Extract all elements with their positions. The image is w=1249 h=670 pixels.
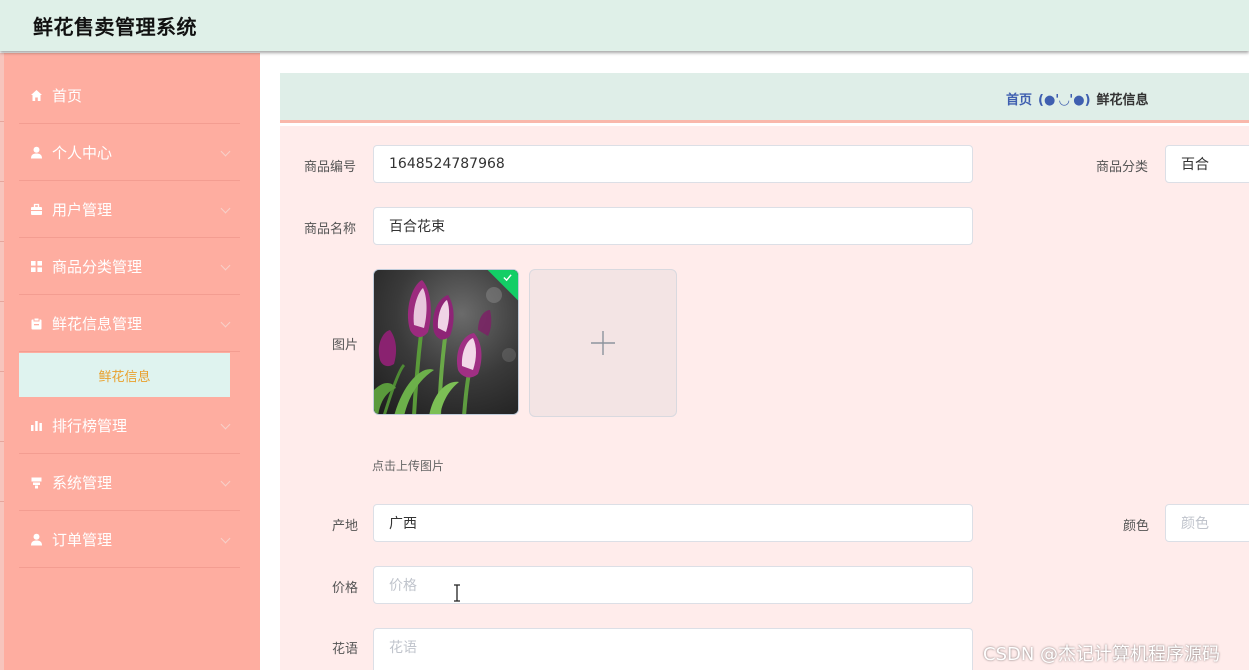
sidebar-item-label: 系统管理 bbox=[52, 473, 113, 492]
chevron-down-icon bbox=[220, 419, 231, 430]
sidebar-item-label: 用户管理 bbox=[52, 200, 113, 219]
sidebar-item-ranking-management[interactable]: 排行榜管理 bbox=[19, 397, 240, 454]
watermark: CSDN @杰记计算机程序源码 bbox=[983, 644, 1221, 665]
upload-hint: 点击上传图片 bbox=[372, 459, 445, 473]
sidebar-item-label: 个人中心 bbox=[52, 143, 113, 162]
chevron-down-icon bbox=[220, 146, 231, 157]
breadcrumb-current: 鲜花信息 bbox=[1096, 93, 1149, 108]
bar-chart-icon bbox=[29, 418, 43, 432]
sidebar-subitem-label: 鲜花信息 bbox=[98, 369, 151, 385]
uploaded-flower-image[interactable] bbox=[373, 269, 519, 415]
sidebar-item-label: 排行榜管理 bbox=[52, 416, 128, 435]
flower-language-label: 花语 bbox=[332, 642, 359, 657]
breadcrumb-bar: 首页 (●'◡'●) 鲜花信息 bbox=[280, 73, 1249, 123]
breadcrumb-home-link[interactable]: 首页 bbox=[1006, 93, 1032, 108]
chevron-down-icon bbox=[220, 476, 231, 487]
sidebar-item-home[interactable]: 首页 bbox=[19, 67, 240, 124]
image-label: 图片 bbox=[332, 338, 359, 353]
color-field[interactable]: 颜色 bbox=[1165, 504, 1249, 542]
sidebar: 首页 个人中心 用户管理 商品分类管理 鲜花信息管理 鲜花信息 排行榜管理 系统… bbox=[4, 53, 260, 670]
chevron-down-icon bbox=[220, 260, 231, 271]
sidebar-subitem-flower-info[interactable]: 鲜花信息 bbox=[19, 353, 230, 397]
person-icon bbox=[29, 532, 43, 546]
flower-language-field[interactable]: 花语 bbox=[373, 628, 973, 670]
check-icon bbox=[503, 274, 512, 282]
sidebar-item-label: 订单管理 bbox=[52, 530, 113, 549]
grid-icon bbox=[29, 259, 43, 273]
breadcrumb: 首页 (●'◡'●) 鲜花信息 bbox=[1006, 89, 1149, 108]
color-label: 颜色 bbox=[1123, 519, 1150, 534]
briefcase-icon bbox=[29, 202, 43, 216]
podium-icon bbox=[29, 475, 43, 489]
sidebar-item-system-management[interactable]: 系统管理 bbox=[19, 454, 240, 511]
code-label: 商品编号 bbox=[304, 160, 357, 175]
sidebar-item-label: 首页 bbox=[52, 86, 83, 105]
chevron-down-icon bbox=[220, 203, 231, 214]
plus-icon bbox=[591, 331, 615, 355]
category-select[interactable]: 百合 bbox=[1165, 145, 1249, 183]
person-icon bbox=[29, 145, 43, 159]
breadcrumb-separator: (●'◡'●) bbox=[1038, 93, 1091, 108]
name-field[interactable]: 百合花束 bbox=[373, 207, 973, 245]
price-field[interactable]: 价格 bbox=[373, 566, 973, 604]
name-label: 商品名称 bbox=[304, 222, 357, 237]
chevron-down-icon bbox=[220, 533, 231, 544]
code-field[interactable]: 1648524787968 bbox=[373, 145, 973, 183]
sidebar-item-order-management[interactable]: 订单管理 bbox=[19, 511, 240, 568]
main-content: 首页 (●'◡'●) 鲜花信息 商品编号 1648524787968 商品分类 百合… bbox=[260, 53, 1249, 670]
flower-form: 商品编号 1648524787968 商品分类 百合 商品名称 百合花束 图片 bbox=[280, 126, 1249, 670]
sidebar-item-label: 商品分类管理 bbox=[52, 257, 143, 276]
origin-label: 产地 bbox=[332, 519, 359, 534]
app-title: 鲜花售卖管理系统 bbox=[33, 15, 197, 39]
category-label: 商品分类 bbox=[1096, 160, 1149, 175]
sidebar-item-personal-center[interactable]: 个人中心 bbox=[19, 124, 240, 181]
sidebar-item-flower-info-management[interactable]: 鲜花信息管理 bbox=[19, 295, 240, 352]
top-header: 鲜花售卖管理系统 bbox=[0, 0, 1249, 51]
origin-field[interactable]: 广西 bbox=[373, 504, 973, 542]
sidebar-item-category-management[interactable]: 商品分类管理 bbox=[19, 238, 240, 295]
clipboard-icon bbox=[29, 316, 43, 330]
sidebar-item-label: 鲜花信息管理 bbox=[52, 314, 143, 333]
chevron-down-icon bbox=[220, 317, 231, 328]
sidebar-item-user-management[interactable]: 用户管理 bbox=[19, 181, 240, 238]
home-icon bbox=[29, 88, 43, 102]
text-cursor-icon bbox=[454, 584, 460, 602]
price-label: 价格 bbox=[332, 581, 359, 596]
image-upload-button[interactable] bbox=[529, 269, 677, 417]
